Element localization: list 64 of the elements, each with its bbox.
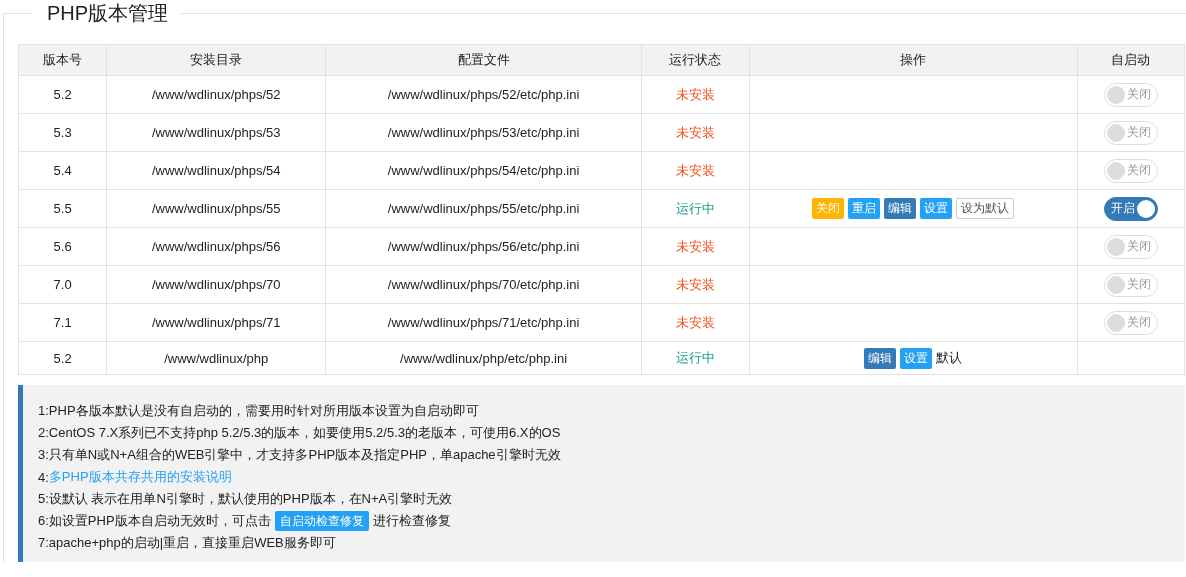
action-button[interactable]: 关闭 (812, 198, 845, 219)
table-cell: /www/wdlinux/phps/71 (151, 315, 281, 330)
table-cell: /www/wdlinux/phps/55 (151, 201, 281, 216)
column-header: 操作 (749, 44, 1078, 76)
toggle-switch[interactable]: 开启 (1103, 196, 1158, 221)
status-text: 运行中 (675, 200, 715, 216)
table-cell: /www/wdlinux/phps/56/etc/php.ini (387, 239, 580, 254)
table-cell: 5.2 (53, 350, 72, 366)
action-button[interactable]: 重启 (848, 198, 881, 219)
toggle-switch[interactable]: 关闭 (1103, 310, 1158, 335)
table-cell: 7.0 (53, 277, 72, 292)
autostart-repair-button[interactable]: 自启动检查修复 (274, 511, 369, 531)
table-cell: /www/wdlinux/phps/70 (151, 277, 281, 292)
status-text: 未安装 (675, 86, 715, 102)
note-text: 4: (38, 469, 49, 485)
action-button[interactable]: 编辑 (864, 347, 897, 369)
table-cell: 5.3 (53, 125, 72, 140)
column-header: 自启动 (1077, 44, 1185, 76)
action-button[interactable]: 设置 (900, 347, 933, 369)
table-cell: /www/wdlinux/php (164, 350, 269, 366)
toggle-switch[interactable]: 关闭 (1103, 234, 1158, 259)
table-cell: 5.6 (53, 239, 72, 254)
action-button[interactable]: 编辑 (884, 198, 917, 219)
column-header: 安装目录 (106, 44, 326, 76)
column-header: 版本号 (18, 44, 107, 76)
status-text: 运行中 (675, 350, 715, 365)
status-text: 未安装 (675, 276, 715, 292)
note-text: 6:如设置PHP版本自启动无效时，可点击 (38, 512, 271, 530)
set-default-button[interactable]: 设为默认 (956, 198, 1015, 219)
table-cell: /www/wdlinux/phps/55/etc/php.ini (387, 201, 580, 216)
table-cell: /www/wdlinux/phps/53/etc/php.ini (387, 125, 580, 140)
table-cell: 7.1 (53, 315, 72, 330)
table-cell: 5.4 (53, 163, 72, 178)
action-button[interactable]: 设置 (920, 198, 953, 219)
table-cell: /www/wdlinux/phps/70/etc/php.ini (387, 277, 580, 292)
status-text: 未安装 (675, 314, 715, 330)
table-cell: /www/wdlinux/php/etc/php.ini (400, 350, 568, 366)
toggle-switch[interactable]: 关闭 (1103, 120, 1158, 145)
table-cell: /www/wdlinux/phps/71/etc/php.ini (387, 315, 580, 330)
column-header: 配置文件 (325, 44, 642, 76)
status-text: 未安装 (675, 124, 715, 140)
toggle-switch[interactable]: 关闭 (1103, 82, 1158, 107)
panel-title: PHP版本管理 (46, 1, 170, 26)
note-text: 3:只有单N或N+A组合的WEB引擎中，才支持多PHP版本及指定PHP，单apache引擎时无效 (38, 446, 561, 464)
table-cell: /www/wdlinux/phps/52/etc/php.ini (387, 87, 580, 102)
column-header: 运行状态 (641, 44, 750, 76)
table-cell: /www/wdlinux/phps/54/etc/php.ini (387, 163, 580, 178)
toggle-switch[interactable]: 关闭 (1103, 158, 1158, 183)
toggle-switch[interactable]: 关闭 (1103, 272, 1158, 297)
table-cell: /www/wdlinux/phps/52 (151, 87, 281, 102)
table-cell: 5.2 (53, 87, 72, 102)
table-cell: 5.5 (53, 201, 72, 216)
note-text: 1:PHP各版本默认是没有自启动的，需要用时针对所用版本设置为自启动即可 (38, 402, 479, 420)
status-text: 未安装 (675, 238, 715, 254)
note-text: 2:CentOS 7.X系列已不支持php 5.2/5.3的版本，如要使用5.2/5.3的老版本，可使用6.X的OS (38, 424, 561, 442)
status-text: 未安装 (675, 162, 715, 178)
note-text: 5:设默认 表示在用单N引擎时，默认使用的PHP版本，在N+A引擎时无效 (38, 490, 453, 508)
table-cell: /www/wdlinux/phps/53 (151, 125, 281, 140)
table-cell: /www/wdlinux/phps/56 (151, 239, 281, 254)
note-text: 进行检查修复 (372, 512, 451, 530)
table-cell: /www/wdlinux/phps/54 (151, 163, 281, 178)
default-label: 默认 (936, 349, 963, 367)
install-guide-link[interactable]: 多PHP版本共存共用的安装说明 (48, 468, 232, 486)
note-text: 7:apache+php的启动|重启，直接重启WEB服务即可 (38, 534, 336, 552)
